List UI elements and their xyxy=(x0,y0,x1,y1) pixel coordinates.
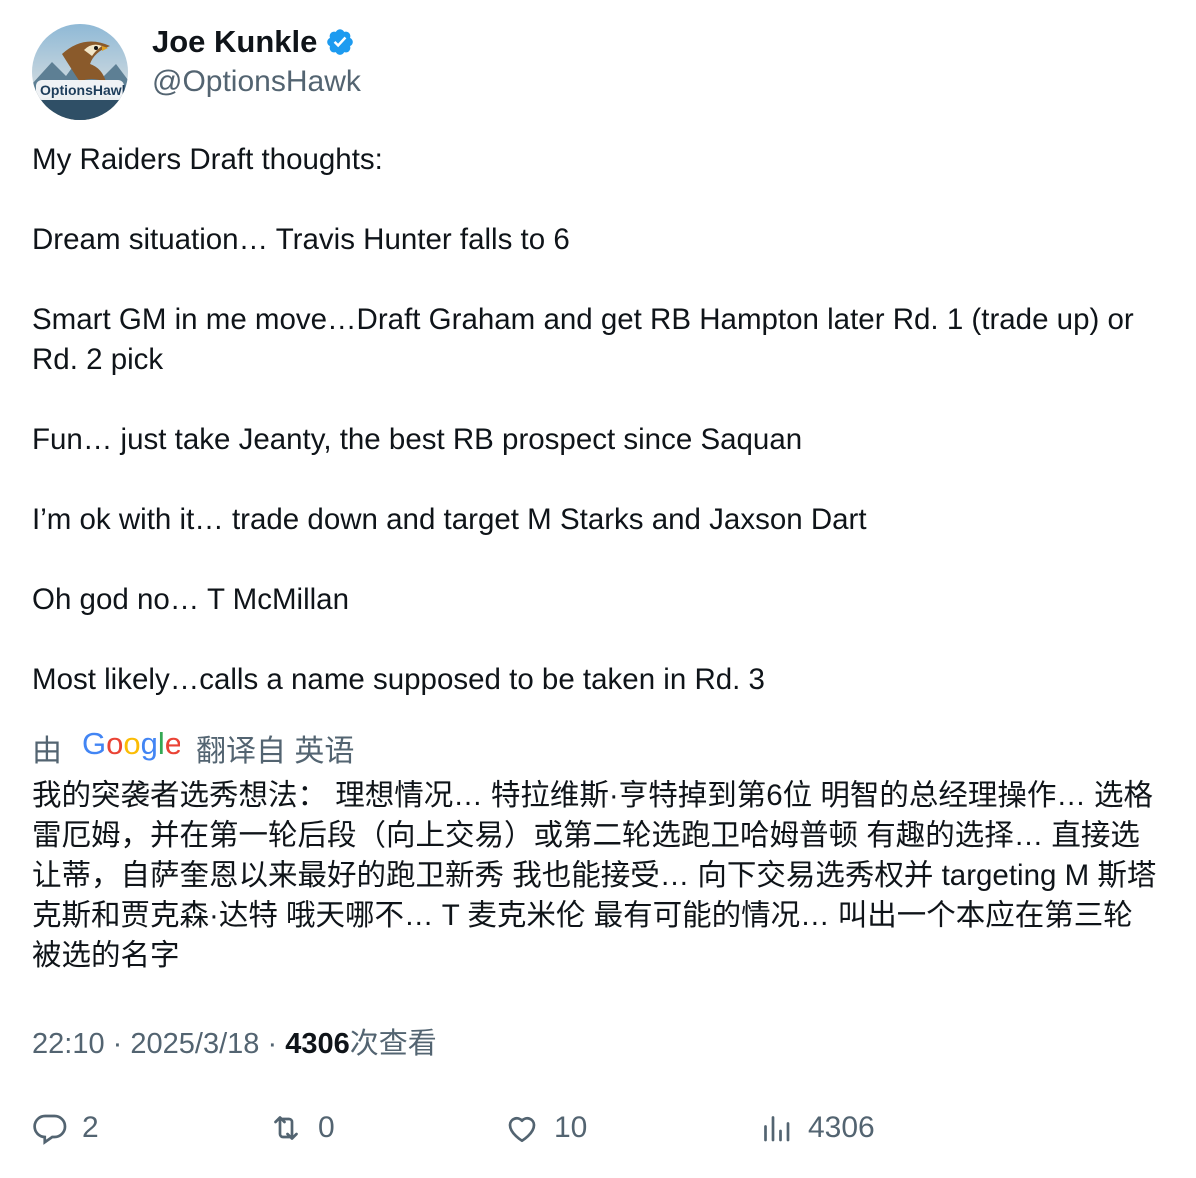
like-count: 10 xyxy=(554,1111,588,1144)
retweet-button[interactable]: 0 xyxy=(268,1110,335,1146)
action-bar: 2 0 10 4306 xyxy=(0,1110,1196,1158)
tweet-line: Most likely…calls a name supposed to be … xyxy=(32,663,765,696)
avatar[interactable]: OptionsHawk xyxy=(32,24,128,120)
views-label: 次查看 xyxy=(349,1028,437,1060)
reply-button[interactable]: 2 xyxy=(32,1110,99,1146)
translation-prefix: 由 xyxy=(32,735,62,768)
views-button[interactable]: 4306 xyxy=(758,1110,875,1146)
tweet-line: Fun… just take Jeanty, the best RB prosp… xyxy=(32,423,803,456)
tweet-line: Oh god no… T McMillan xyxy=(32,583,349,616)
tweet-meta: 22:10 · 2025/3/18 · 4306次查看 xyxy=(32,1028,437,1060)
translated-text: 我的突袭者选秀想法： 理想情况… 特拉维斯·亨特掉到第6位 明智的总经理操作… … xyxy=(32,779,1157,972)
svg-text:Google: Google xyxy=(82,727,180,761)
views-count: 4306 xyxy=(285,1028,350,1060)
tweet-time[interactable]: 22:10 xyxy=(32,1028,105,1060)
heart-icon xyxy=(508,1116,536,1143)
views-count-action: 4306 xyxy=(808,1111,875,1144)
retweet-icon xyxy=(274,1116,298,1140)
reply-icon xyxy=(33,1114,67,1145)
svg-text:OptionsHawk: OptionsHawk xyxy=(40,82,128,98)
tweet-line: I’m ok with it… trade down and target M … xyxy=(32,503,867,536)
tweet-date[interactable]: 2025/3/18 xyxy=(130,1028,259,1060)
handle[interactable]: @OptionsHawk xyxy=(152,64,361,100)
display-name[interactable]: Joe Kunkle xyxy=(152,24,317,60)
verified-badge-icon[interactable] xyxy=(325,27,355,57)
author-name-row[interactable]: Joe Kunkle xyxy=(152,24,355,60)
tweet-line: Dream situation… Travis Hunter falls to … xyxy=(32,223,570,256)
translation-suffix: 翻译自 英语 xyxy=(196,735,355,768)
hawk-avatar-icon: OptionsHawk xyxy=(32,24,128,120)
translation-attribution[interactable]: 由 Google 翻译自 英语 xyxy=(32,726,355,769)
retweet-count: 0 xyxy=(318,1111,335,1144)
like-button[interactable]: 10 xyxy=(504,1110,587,1146)
google-logo-icon: Google xyxy=(82,726,182,769)
bar-chart-icon xyxy=(764,1116,790,1142)
reply-count: 2 xyxy=(82,1111,99,1144)
tweet-line: Smart GM in me move…Draft Graham and get… xyxy=(32,303,1134,376)
tweet-text: My Raiders Draft thoughts: Dream situati… xyxy=(32,140,1162,700)
tweet-line: My Raiders Draft thoughts: xyxy=(32,143,383,176)
